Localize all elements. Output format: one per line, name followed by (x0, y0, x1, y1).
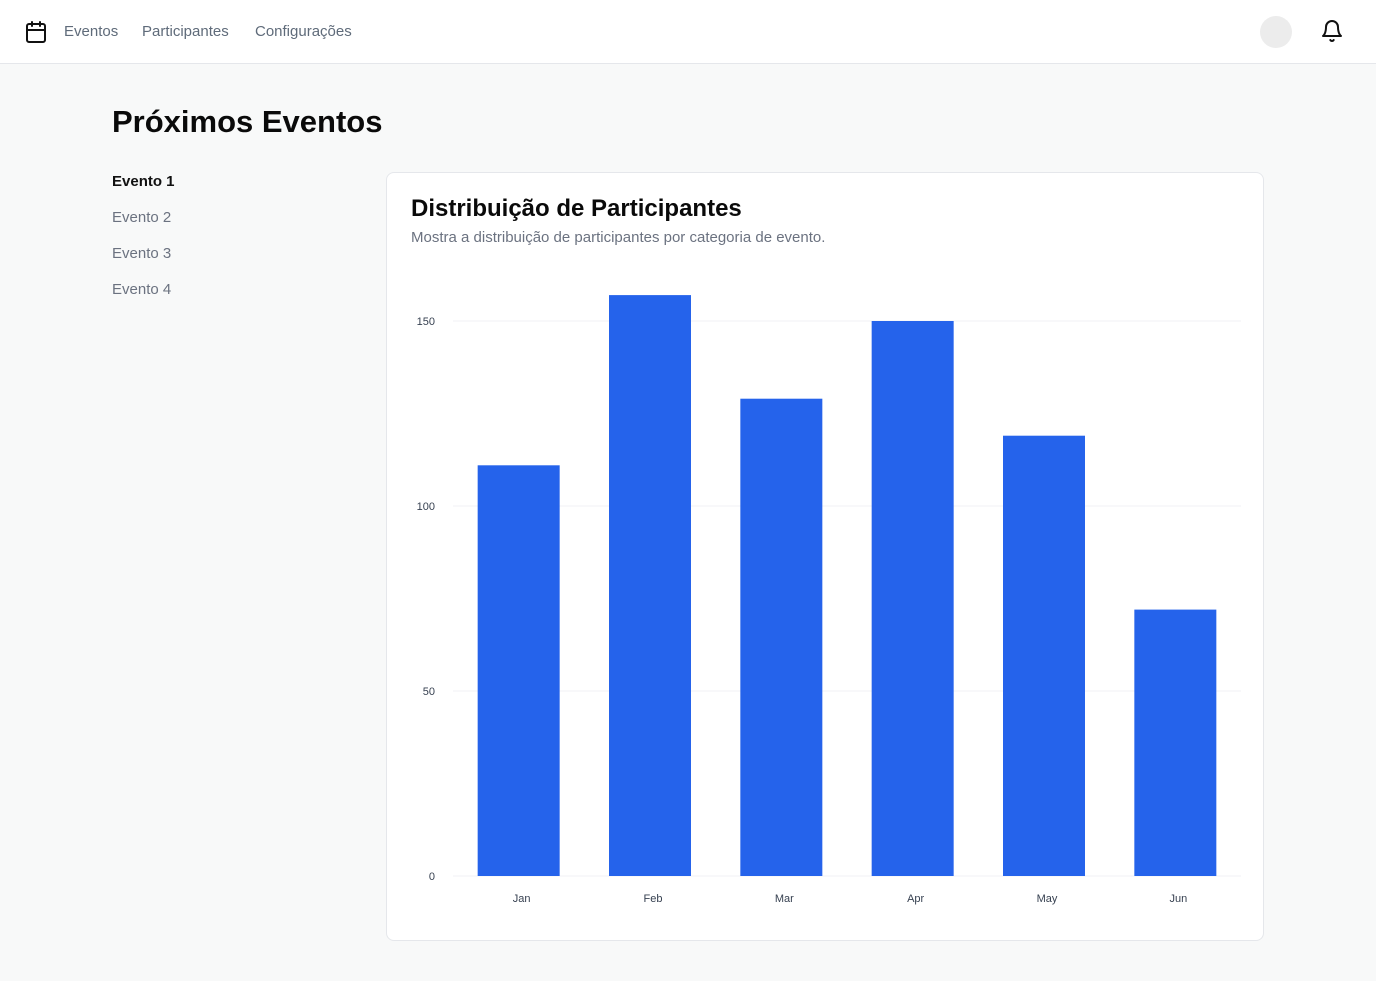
x-tick-label: May (1037, 893, 1058, 905)
y-tick-label: 0 (429, 871, 435, 883)
calendar-icon[interactable] (24, 20, 48, 44)
nav-participantes[interactable]: Participantes (142, 0, 229, 63)
top-navigation-bar: Eventos Participantes Configurações (0, 0, 1376, 64)
page-title: Próximos Eventos (112, 104, 383, 139)
bar-jan[interactable] (477, 465, 560, 876)
y-tick-label: 100 (417, 501, 435, 513)
avatar[interactable] (1260, 16, 1292, 48)
bell-icon[interactable] (1320, 19, 1344, 43)
x-tick-label: Apr (907, 893, 924, 905)
sidebar-item-evento-3[interactable]: Evento 3 (112, 244, 171, 264)
sidebar-item-evento-1[interactable]: Evento 1 (112, 172, 175, 192)
participants-chart-card: Distribuição de Participantes Mostra a d… (386, 172, 1264, 941)
x-tick-label: Feb (644, 893, 663, 905)
bar-apr[interactable] (871, 321, 954, 876)
bar-jun[interactable] (1134, 609, 1217, 876)
bar-may[interactable] (1003, 435, 1085, 876)
bar-feb[interactable] (609, 295, 691, 877)
x-tick-label: Jan (513, 893, 531, 905)
sidebar-item-evento-2[interactable]: Evento 2 (112, 208, 171, 228)
y-tick-label: 150 (417, 316, 435, 328)
x-tick-label: Jun (1169, 893, 1187, 905)
nav-eventos[interactable]: Eventos (64, 0, 118, 63)
y-tick-label: 50 (423, 686, 435, 698)
nav-configuracoes[interactable]: Configurações (255, 0, 352, 63)
bar-mar[interactable] (740, 398, 823, 876)
sidebar-item-evento-4[interactable]: Evento 4 (112, 280, 171, 300)
x-tick-label: Mar (775, 893, 794, 905)
bar-chart: 0 50 100 150 Jan Feb Mar Apr May Jun (417, 295, 1241, 905)
